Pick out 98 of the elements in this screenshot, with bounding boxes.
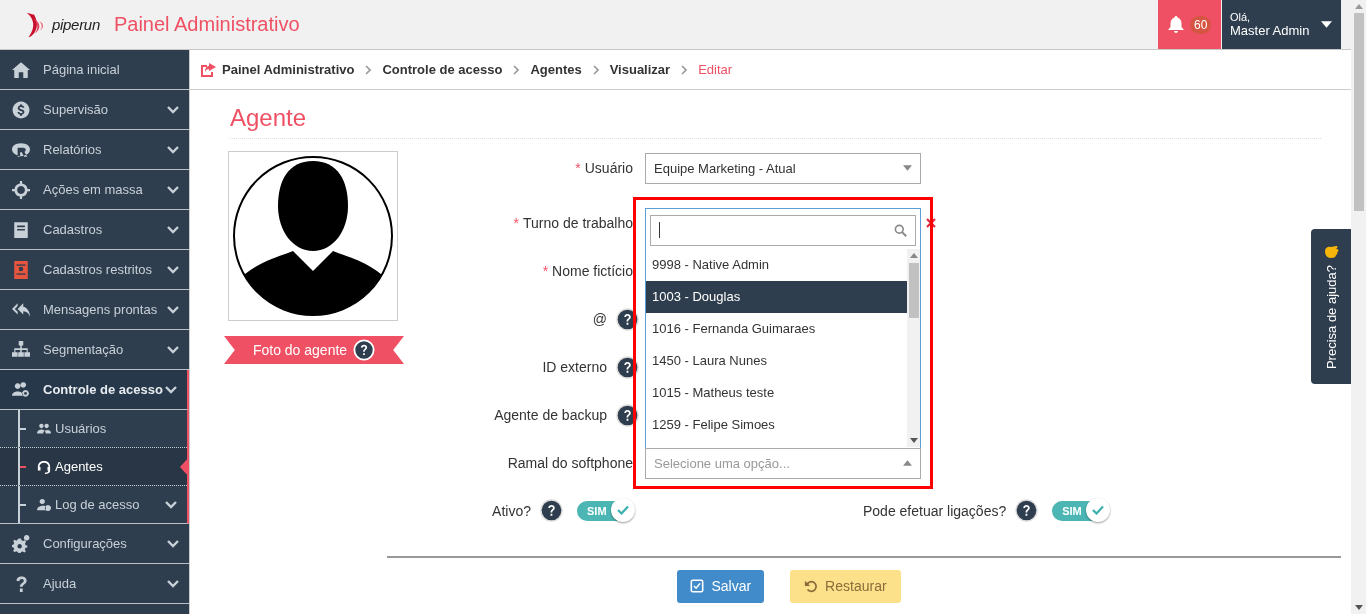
caret-icon xyxy=(903,165,912,171)
sidebar-item[interactable]: Página inicial xyxy=(0,50,189,90)
sidebar-item[interactable]: Ações em massa xyxy=(0,170,189,210)
scroll-thumb[interactable] xyxy=(1353,13,1364,211)
help-icon[interactable] xyxy=(616,403,639,427)
scroll-up-icon xyxy=(909,252,918,258)
dropdown-option[interactable]: 9998 - Native Admin xyxy=(646,248,907,281)
chevron-icon xyxy=(165,500,177,509)
scrollbar[interactable] xyxy=(907,248,920,447)
sidebar-subitem[interactable]: Log de acesso xyxy=(0,485,187,523)
field-label: Agente de backup xyxy=(494,407,607,423)
hand-icon xyxy=(1323,245,1339,259)
sidebar-item[interactable]: Mensagens prontas xyxy=(0,290,189,330)
clear-icon[interactable] xyxy=(926,217,936,228)
chevron-icon xyxy=(167,579,179,588)
breadcrumb-link[interactable]: Editar xyxy=(698,62,733,77)
required-mark: * xyxy=(513,215,519,231)
scroll-thumb[interactable] xyxy=(908,262,919,318)
users-icon xyxy=(36,421,52,436)
user-menu[interactable]: Olá, Master Admin xyxy=(1222,0,1341,49)
chevron-icon xyxy=(167,305,179,314)
help-icon[interactable] xyxy=(616,307,639,331)
field-label: ID externo xyxy=(542,359,607,375)
reply-all-icon xyxy=(10,300,32,319)
notification-count: 60 xyxy=(1190,15,1212,34)
app-title: Painel Administrativo xyxy=(113,13,300,36)
dollar-icon xyxy=(10,100,32,119)
field-label: Pode efetuar ligações? xyxy=(863,502,1007,519)
required-mark: * xyxy=(575,160,581,176)
help-icon[interactable] xyxy=(616,355,639,379)
caret-icon xyxy=(903,460,912,466)
dropdown-option[interactable]: 1450 - Laura Nunes xyxy=(646,344,907,377)
dropdown-option[interactable]: 1016 - Fernanda Guimaraes xyxy=(646,312,907,345)
chevron-right-icon xyxy=(513,64,520,75)
crosshair-icon xyxy=(10,180,32,199)
chevron-icon xyxy=(165,385,177,394)
sidebar-item[interactable]: Relatórios xyxy=(0,130,189,170)
search-icon xyxy=(894,223,907,237)
save-button[interactable]: Salvar xyxy=(677,569,765,603)
sidebar-item[interactable]: Cadastros restritos xyxy=(0,250,189,290)
logo-text: piperun xyxy=(52,16,100,33)
user-select[interactable]: Equipe Marketing - Atual xyxy=(645,152,921,184)
notifications-button[interactable]: 60 xyxy=(1158,0,1221,49)
users-gear-icon xyxy=(10,380,32,399)
scroll-down-icon xyxy=(909,437,918,443)
chevron-right-icon xyxy=(592,64,599,75)
search-field[interactable] xyxy=(650,214,916,246)
page-title: Agente xyxy=(230,104,1321,139)
photo-label: Foto do agente xyxy=(252,342,348,358)
chevron-icon xyxy=(167,539,179,548)
field-label: Nome fictício xyxy=(552,263,633,279)
field-label: Ativo? xyxy=(492,502,531,519)
scroll-up-icon xyxy=(1354,4,1363,9)
gears-icon xyxy=(10,534,32,553)
breadcrumb-link[interactable]: Visualizar xyxy=(609,62,671,77)
bell-icon xyxy=(1168,15,1184,34)
share-icon xyxy=(200,61,216,78)
home-icon xyxy=(10,60,32,79)
breadcrumb-link[interactable]: Painel Administrativo xyxy=(222,62,355,77)
sidebar-item[interactable]: Configurações xyxy=(0,524,189,564)
chevron-icon xyxy=(167,145,179,154)
field-label: Turno de trabalho xyxy=(523,215,633,231)
undo-icon xyxy=(804,579,819,593)
sidebar-item[interactable]: Controle de acesso xyxy=(0,370,189,410)
chevron-right-icon xyxy=(681,64,688,75)
dropdown-option[interactable]: 1003 - Douglas xyxy=(646,280,907,313)
sidebar-subitem[interactable]: Agentes xyxy=(0,447,187,485)
sitemap-icon xyxy=(10,340,32,359)
breadcrumb-link[interactable]: Agentes xyxy=(530,62,582,77)
chevron-icon xyxy=(167,265,179,274)
chevron-icon xyxy=(167,345,179,354)
dropdown-option[interactable]: 1259 - Felipe Simoes xyxy=(646,408,907,441)
checkbox-icon xyxy=(690,579,705,593)
required-mark: * xyxy=(542,263,549,279)
sidebar-item[interactable]: Supervisão xyxy=(0,90,189,130)
sidebar-item[interactable]: Cadastros xyxy=(0,210,189,250)
restore-button[interactable]: Restaurar xyxy=(790,569,901,603)
chevron-right-icon xyxy=(365,64,372,75)
field-label: Usuário xyxy=(584,160,633,176)
chevron-icon xyxy=(167,225,179,234)
field-label: Ramal do softphone xyxy=(507,455,633,471)
r-icon xyxy=(10,140,32,159)
scroll-down-icon xyxy=(1354,605,1363,610)
sidebar-item[interactable]: Ajuda xyxy=(0,564,189,604)
help-icon[interactable] xyxy=(1015,499,1039,522)
scrollbar[interactable] xyxy=(1351,0,1366,614)
help-tab[interactable]: Precisa de ajuda? xyxy=(1311,229,1351,384)
chevron-icon xyxy=(167,105,179,114)
help-icon[interactable] xyxy=(540,499,563,522)
dropdown-option[interactable]: 1015 - Matheus teste xyxy=(646,376,907,409)
field-label: @ xyxy=(592,311,607,327)
headset-icon xyxy=(36,459,52,474)
breadcrumb-link[interactable]: Controle de acesso xyxy=(382,62,503,77)
caret-icon xyxy=(1321,21,1333,28)
check-icon xyxy=(1092,504,1105,515)
check-icon xyxy=(617,504,629,515)
chevron-icon xyxy=(167,185,179,194)
user-clock-icon xyxy=(36,497,52,512)
